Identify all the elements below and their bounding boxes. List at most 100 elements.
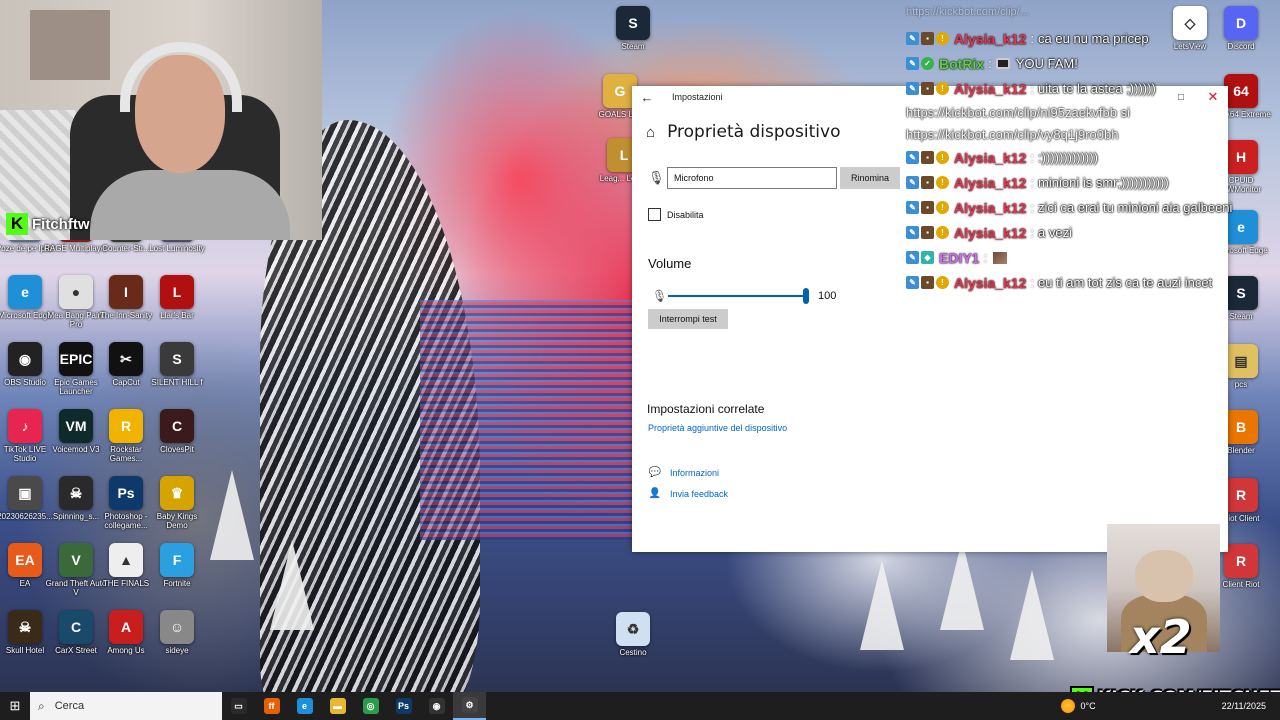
chat-username[interactable]: Alysia_k12 [954,150,1026,166]
chat-link-text[interactable]: https://kickbot.com/clip/ni95zaekvfbb si [906,105,1130,120]
coin-badge-icon: ! [936,226,949,239]
multiplier-label: x2 [1130,610,1192,664]
start-button-icon[interactable]: ⊞ [0,692,30,720]
disable-checkbox[interactable] [648,208,661,221]
window-title: Impostazioni [672,92,723,102]
desktop-icon-label: SILENT HILL f [151,378,203,387]
chat-username[interactable]: Alysia_k12 [954,275,1026,291]
subscriber-badge-icon: ▪ [921,201,934,214]
taskbar-app-file-explorer[interactable]: ▬ [321,692,354,720]
taskbar-search-box[interactable]: ⌕ Cerca [30,692,222,720]
back-arrow-icon[interactable]: ← [632,86,662,108]
epic-games-launcher-icon: EPIC [59,342,93,376]
desktop-icon-fortnite[interactable]: F Fortnite [147,543,207,588]
sideye-icon: ☺ [160,610,194,644]
desktop-icon-liar-s-bar[interactable]: L Liar's Bar [147,275,207,320]
search-placeholder: Cerca [54,700,85,712]
rockstar-games-icon: R [109,409,143,443]
chat-message: ✎ ▪! Alysia_k12::))))))))))))) [906,145,1274,170]
temperature[interactable]: 0°C [1081,701,1096,711]
taskbar-apps: ▭ ff e ▬ ◎ Ps ◉ ⚙ [222,692,486,720]
clovespit-icon: C [160,409,194,443]
photoshop-icon: Ps [395,698,412,714]
fortnite-icon: F [160,543,194,577]
voicemod-v3-icon: VM [59,409,93,443]
microsoft-edge-icon: e [8,275,42,309]
chat-message-text: minioni is smr;))))))))))) [1038,175,1169,190]
chat-username[interactable]: Alysia_k12 [954,175,1026,191]
chat-username[interactable]: Alysia_k12 [954,31,1026,47]
feedback-row[interactable]: 👤 Invia feedback [648,488,728,499]
desktop-icon-steam[interactable]: S Steam [603,6,663,51]
clock-date[interactable]: 22/11/2025 [1222,701,1266,711]
desktop-icon-cestino[interactable]: ♻ Cestino [603,612,663,657]
chat-separator: : [1030,200,1035,215]
chat-link-text[interactable]: https://kickbot.com/clip/vy8q1j9ro0bh [906,127,1118,142]
taskbar-app-firefox[interactable]: ff [255,692,288,720]
silent-hill-f-icon: S [160,342,194,376]
weather-icon[interactable] [1060,699,1075,713]
chat-username[interactable]: EDIY1 [939,250,979,266]
taskbar-app-chrome[interactable]: ◎ [354,692,387,720]
get-help-row[interactable]: 💬 Informazioni [648,467,719,478]
capcut-icon: ✂ [109,342,143,376]
cat-face [1135,550,1193,602]
steam-icon: S [616,6,650,40]
streamer-name: Fitchftw [32,215,90,233]
desktop-icon-silent-hill-f[interactable]: S SILENT HILL f [147,342,207,387]
wallpaper-tree [270,540,314,630]
taskbar-app-settings[interactable]: ⚙ [453,692,486,720]
chat-message-text: YOU FAM! [1015,56,1078,71]
home-icon[interactable]: ⌂ [646,124,655,141]
information-link[interactable]: Informazioni [670,468,719,478]
desktop-icon-label: Lost Luminosity [149,244,205,253]
help-chat-icon: 💬 [648,467,662,478]
chat-message: ✎ ▪! Alysia_k12: eu ti am tot zis ca te auz… [906,270,1274,295]
ea-icon: EA [8,543,42,577]
chat-message-text: ca eu nu ma pricep [1038,31,1149,46]
baby-kings-demo-icon: ♛ [160,476,194,510]
chat-separator: : [1030,150,1035,165]
disable-label[interactable]: Disabilita [667,210,704,220]
taskbar-app-edge[interactable]: e [288,692,321,720]
stop-test-button[interactable]: Interrompi test [648,309,728,329]
20230626235-icon: ▣ [8,476,42,510]
moderator-badge-icon: ✎ [906,276,919,289]
file-explorer-icon: ▬ [329,698,346,714]
chat-message-text: zici ca erai tu minioni aia galbeeni [1038,200,1233,215]
chat-username[interactable]: Alysia_k12 [954,81,1026,97]
device-name-input[interactable] [667,167,837,189]
device-name-row: 🎙 Rinomina [648,167,900,189]
microphone-icon: 🎙 [648,170,665,185]
desktop-icon-sideye[interactable]: ☺ sideye [147,610,207,655]
kick-logo-icon: K [6,213,28,235]
volume-heading: Volume [648,256,692,271]
chat-username[interactable]: BotRix [939,56,984,72]
settings-icon: ⚙ [461,697,478,713]
taskbar-app-obs[interactable]: ◉ [420,692,453,720]
wallpaper-tree [1010,570,1054,660]
chat-emote-icon [993,251,1008,264]
additional-device-properties-link[interactable]: Proprietà aggiuntive del dispositivo [648,423,787,433]
chat-username[interactable]: Alysia_k12 [954,200,1026,216]
obs-studio-icon: ◉ [8,342,42,376]
desktop-icon-label: sideye [165,646,189,655]
chat-separator: : [1030,225,1035,240]
chat-username[interactable]: Alysia_k12 [954,225,1026,241]
taskbar-app-photoshop[interactable]: Ps [387,692,420,720]
desktop-icon-baby-kings-demo[interactable]: ♛ Baby Kings Demo [147,476,207,530]
rename-button[interactable]: Rinomina [840,167,900,189]
volume-slider[interactable] [668,288,809,304]
coin-badge-icon: ! [936,32,949,45]
desktop-icon-clovespit[interactable]: C ClovesPit [147,409,207,454]
subscriber-badge-icon: ▪ [921,276,934,289]
send-feedback-link[interactable]: Invia feedback [670,489,728,499]
moderator-badge-icon: ✎ [906,176,919,189]
subscriber-badge-icon: ▪ [921,151,934,164]
vip-badge-icon: ◆ [921,251,934,264]
taskbar-app-task-view[interactable]: ▭ [222,692,255,720]
volume-slider-thumb[interactable] [803,288,809,304]
chat-message-text: eu ti am tot zis ca te auzi incet [1038,275,1213,290]
desktop-icon-label: ClovesPit [160,445,194,454]
chat-separator: : [1030,175,1035,190]
